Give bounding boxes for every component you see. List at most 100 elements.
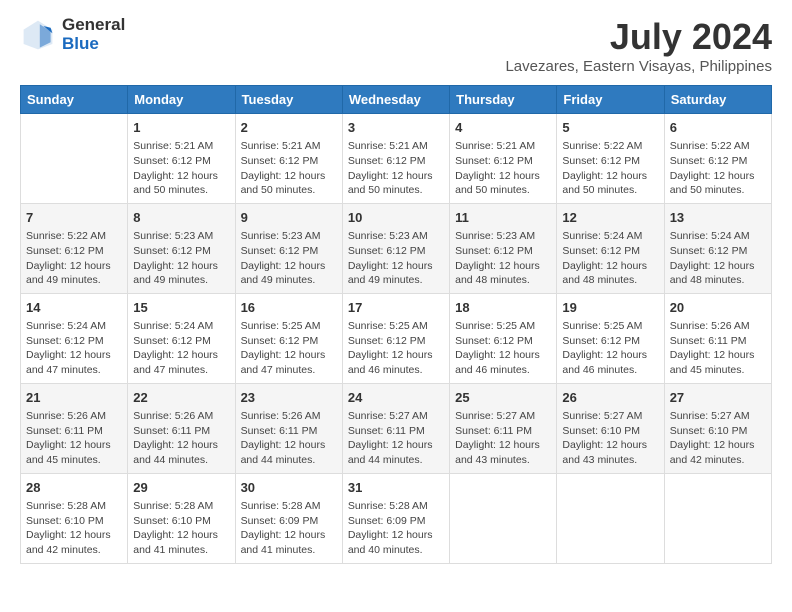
day-info: Sunrise: 5:26 AM Sunset: 6:11 PM Dayligh…	[133, 409, 229, 468]
day-info: Sunrise: 5:21 AM Sunset: 6:12 PM Dayligh…	[133, 139, 229, 198]
day-cell: 1 Sunrise: 5:21 AM Sunset: 6:12 PM Daylig…	[128, 114, 235, 204]
day-number: 14	[26, 299, 122, 317]
col-header-thursday: Thursday	[450, 86, 557, 114]
day-info: Sunrise: 5:28 AM Sunset: 6:09 PM Dayligh…	[348, 499, 444, 558]
day-info: Sunrise: 5:26 AM Sunset: 6:11 PM Dayligh…	[26, 409, 122, 468]
day-number: 20	[670, 299, 766, 317]
day-cell	[664, 473, 771, 563]
day-info: Sunrise: 5:28 AM Sunset: 6:10 PM Dayligh…	[26, 499, 122, 558]
day-number: 25	[455, 389, 551, 407]
day-cell: 2Sunrise: 5:21 AM Sunset: 6:12 PM Daylig…	[235, 114, 342, 204]
day-number: 23	[241, 389, 337, 407]
day-number: 12	[562, 209, 658, 227]
col-header-monday: Monday	[128, 86, 235, 114]
day-info: Sunrise: 5:26 AM Sunset: 6:11 PM Dayligh…	[670, 319, 766, 378]
day-number: 13	[670, 209, 766, 227]
day-info: Sunrise: 5:27 AM Sunset: 6:10 PM Dayligh…	[670, 409, 766, 468]
col-header-saturday: Saturday	[664, 86, 771, 114]
day-cell: 5 Sunrise: 5:22 AM Sunset: 6:12 PM Daylig…	[557, 114, 664, 204]
day-cell: 30Sunrise: 5:28 AM Sunset: 6:09 PM Dayli…	[235, 473, 342, 563]
header: General Blue July 2024 Lavezares, Easter…	[20, 16, 772, 75]
day-info: Sunrise: 5:26 AM Sunset: 6:11 PM Dayligh…	[241, 409, 337, 468]
calendar-body: 1 Sunrise: 5:21 AM Sunset: 6:12 PM Daylig…	[21, 114, 772, 564]
day-cell: 12 Sunrise: 5:24 AM Sunset: 6:12 PM Dayli…	[557, 203, 664, 293]
day-info: Sunrise: 5:24 AM Sunset: 6:12 PM Dayligh…	[133, 319, 229, 378]
day-info: Sunrise: 5:23 AM Sunset: 6:12 PM Dayligh…	[348, 229, 444, 288]
day-info: Sunrise: 5:24 AM Sunset: 6:12 PM Dayligh…	[562, 229, 658, 288]
day-number: 3	[348, 119, 444, 137]
col-header-wednesday: Wednesday	[342, 86, 449, 114]
day-number: 31	[348, 479, 444, 497]
main-title: July 2024	[505, 16, 772, 58]
day-number: 16	[241, 299, 337, 317]
day-cell	[557, 473, 664, 563]
day-number: 18	[455, 299, 551, 317]
day-info: Sunrise: 5:22 AM Sunset: 6:12 PM Dayligh…	[562, 139, 658, 198]
col-header-sunday: Sunday	[21, 86, 128, 114]
day-number: 5	[562, 119, 658, 137]
day-number: 28	[26, 479, 122, 497]
day-number: 9	[241, 209, 337, 227]
day-info: Sunrise: 5:23 AM Sunset: 6:12 PM Dayligh…	[133, 229, 229, 288]
day-info: Sunrise: 5:25 AM Sunset: 6:12 PM Dayligh…	[348, 319, 444, 378]
col-header-friday: Friday	[557, 86, 664, 114]
week-row-1: 1 Sunrise: 5:21 AM Sunset: 6:12 PM Daylig…	[21, 114, 772, 204]
day-number: 11	[455, 209, 551, 227]
day-info: Sunrise: 5:22 AM Sunset: 6:12 PM Dayligh…	[26, 229, 122, 288]
day-info: Sunrise: 5:28 AM Sunset: 6:09 PM Dayligh…	[241, 499, 337, 558]
day-info: Sunrise: 5:25 AM Sunset: 6:12 PM Dayligh…	[455, 319, 551, 378]
day-info: Sunrise: 5:28 AM Sunset: 6:10 PM Dayligh…	[133, 499, 229, 558]
day-number: 10	[348, 209, 444, 227]
day-info: Sunrise: 5:25 AM Sunset: 6:12 PM Dayligh…	[562, 319, 658, 378]
day-cell: 11 Sunrise: 5:23 AM Sunset: 6:12 PM Dayli…	[450, 203, 557, 293]
logo-text: General Blue	[62, 16, 125, 53]
day-cell: 7 Sunrise: 5:22 AM Sunset: 6:12 PM Daylig…	[21, 203, 128, 293]
day-cell	[21, 114, 128, 204]
day-number: 22	[133, 389, 229, 407]
day-cell: 18 Sunrise: 5:25 AM Sunset: 6:12 PM Dayli…	[450, 293, 557, 383]
calendar-table: SundayMondayTuesdayWednesdayThursdayFrid…	[20, 85, 772, 564]
day-number: 19	[562, 299, 658, 317]
day-info: Sunrise: 5:27 AM Sunset: 6:11 PM Dayligh…	[455, 409, 551, 468]
day-info: Sunrise: 5:23 AM Sunset: 6:12 PM Dayligh…	[241, 229, 337, 288]
day-info: Sunrise: 5:24 AM Sunset: 6:12 PM Dayligh…	[670, 229, 766, 288]
logo-icon	[20, 17, 56, 53]
day-cell: 28 Sunrise: 5:28 AM Sunset: 6:10 PM Dayli…	[21, 473, 128, 563]
title-area: July 2024 Lavezares, Eastern Visayas, Ph…	[505, 16, 772, 75]
day-number: 29	[133, 479, 229, 497]
day-cell: 22 Sunrise: 5:26 AM Sunset: 6:11 PM Dayli…	[128, 383, 235, 473]
day-number: 7	[26, 209, 122, 227]
day-cell: 23 Sunrise: 5:26 AM Sunset: 6:11 PM Dayli…	[235, 383, 342, 473]
week-row-2: 7 Sunrise: 5:22 AM Sunset: 6:12 PM Daylig…	[21, 203, 772, 293]
day-cell: 17Sunrise: 5:25 AM Sunset: 6:12 PM Dayli…	[342, 293, 449, 383]
day-info: Sunrise: 5:21 AM Sunset: 6:12 PM Dayligh…	[455, 139, 551, 198]
day-info: Sunrise: 5:25 AM Sunset: 6:12 PM Dayligh…	[241, 319, 337, 378]
day-cell: 13 Sunrise: 5:24 AM Sunset: 6:12 PM Dayli…	[664, 203, 771, 293]
day-cell: 4 Sunrise: 5:21 AM Sunset: 6:12 PM Daylig…	[450, 114, 557, 204]
day-cell: 10 Sunrise: 5:23 AM Sunset: 6:12 PM Dayli…	[342, 203, 449, 293]
day-info: Sunrise: 5:23 AM Sunset: 6:12 PM Dayligh…	[455, 229, 551, 288]
day-cell: 25 Sunrise: 5:27 AM Sunset: 6:11 PM Dayli…	[450, 383, 557, 473]
day-cell: 27Sunrise: 5:27 AM Sunset: 6:10 PM Dayli…	[664, 383, 771, 473]
week-row-3: 14 Sunrise: 5:24 AM Sunset: 6:12 PM Dayli…	[21, 293, 772, 383]
day-cell: 15 Sunrise: 5:24 AM Sunset: 6:12 PM Dayli…	[128, 293, 235, 383]
day-number: 4	[455, 119, 551, 137]
day-cell: 9 Sunrise: 5:23 AM Sunset: 6:12 PM Daylig…	[235, 203, 342, 293]
day-cell	[450, 473, 557, 563]
header-row: SundayMondayTuesdayWednesdayThursdayFrid…	[21, 86, 772, 114]
day-info: Sunrise: 5:22 AM Sunset: 6:12 PM Dayligh…	[670, 139, 766, 198]
week-row-5: 28 Sunrise: 5:28 AM Sunset: 6:10 PM Dayli…	[21, 473, 772, 563]
week-row-4: 21Sunrise: 5:26 AM Sunset: 6:11 PM Dayli…	[21, 383, 772, 473]
day-cell: 6Sunrise: 5:22 AM Sunset: 6:12 PM Daylig…	[664, 114, 771, 204]
day-cell: 29 Sunrise: 5:28 AM Sunset: 6:10 PM Dayli…	[128, 473, 235, 563]
day-number: 15	[133, 299, 229, 317]
day-cell: 8 Sunrise: 5:23 AM Sunset: 6:12 PM Daylig…	[128, 203, 235, 293]
day-cell: 24Sunrise: 5:27 AM Sunset: 6:11 PM Dayli…	[342, 383, 449, 473]
day-cell: 19 Sunrise: 5:25 AM Sunset: 6:12 PM Dayli…	[557, 293, 664, 383]
day-cell: 31 Sunrise: 5:28 AM Sunset: 6:09 PM Dayli…	[342, 473, 449, 563]
day-cell: 26Sunrise: 5:27 AM Sunset: 6:10 PM Dayli…	[557, 383, 664, 473]
col-header-tuesday: Tuesday	[235, 86, 342, 114]
day-cell: 21Sunrise: 5:26 AM Sunset: 6:11 PM Dayli…	[21, 383, 128, 473]
day-number: 8	[133, 209, 229, 227]
day-number: 1	[133, 119, 229, 137]
